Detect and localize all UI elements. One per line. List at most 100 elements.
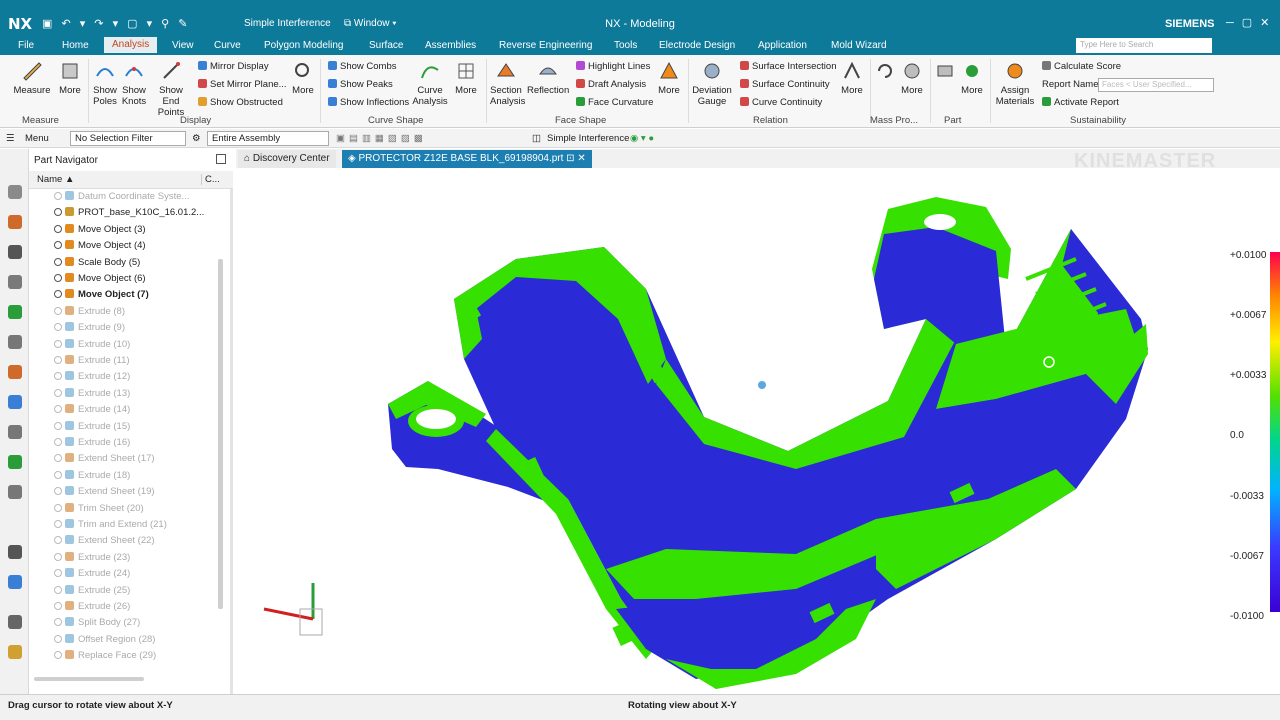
section-analysis-button[interactable]: Section Analysis [490, 60, 525, 107]
show-obstructed-button[interactable]: Show Obstructed [198, 97, 283, 108]
tab-part-file[interactable]: ◈ PROTECTOR Z12E BASE BLK_69198904.prt ⊡… [342, 150, 592, 168]
part-more-button[interactable]: More [958, 60, 986, 96]
tree-item[interactable]: Move Object (7) [54, 289, 149, 303]
menu-view[interactable]: View [172, 40, 194, 51]
curve-analysis-button[interactable]: Curve Analysis [412, 60, 448, 107]
graphics-window[interactable] [236, 169, 1280, 694]
scope-select[interactable]: Entire Assembly [207, 131, 329, 146]
tree-item[interactable]: Extrude (18) [54, 469, 130, 484]
measure-button[interactable]: Measure [12, 60, 52, 96]
interference-icon[interactable]: ◫ [532, 133, 541, 144]
tree-item[interactable]: Extrude (23) [54, 551, 130, 566]
menu-electrode-design[interactable]: Electrode Design [659, 40, 735, 51]
visibility-eye-icon[interactable] [54, 241, 62, 250]
show-knots-button[interactable]: Show Knots [120, 60, 148, 107]
show-inflections-button[interactable]: Show Inflections [328, 97, 409, 108]
visibility-eye-icon[interactable] [54, 602, 62, 610]
hd3d-tools-icon[interactable] [8, 305, 22, 319]
tree-item[interactable]: Move Object (4) [54, 240, 146, 254]
tree-item[interactable]: Scale Body (5) [54, 256, 140, 271]
maximize-icon[interactable] [216, 154, 226, 164]
measure-more-button[interactable]: More [56, 60, 84, 96]
menu-file[interactable]: File [18, 40, 34, 51]
menu-tools[interactable]: Tools [614, 40, 637, 51]
curve-continuity-button[interactable]: Curve Continuity [740, 97, 822, 108]
tree-item[interactable]: Extrude (9) [54, 322, 125, 336]
menu-assemblies[interactable]: Assemblies [425, 40, 476, 51]
part-icon-button[interactable] [934, 60, 956, 85]
selection-tools-icons[interactable]: ▣▤▥▦▧▨▩ [336, 133, 427, 144]
relation-more-button[interactable]: More [838, 60, 866, 96]
column-name[interactable]: Name ▲ [37, 174, 74, 185]
tree-item[interactable]: Move Object (3) [54, 223, 146, 238]
mirror-display-button[interactable]: Mirror Display [198, 61, 269, 72]
display-more-button[interactable]: More [290, 60, 316, 96]
reuse-library-icon[interactable] [8, 275, 22, 289]
tree-item[interactable]: Extrude (26) [54, 601, 130, 615]
horizontal-scrollbar[interactable] [34, 677, 144, 681]
visibility-eye-icon[interactable] [54, 454, 62, 463]
visibility-eye-icon[interactable] [54, 536, 62, 545]
tree-item[interactable]: Extrude (13) [54, 387, 130, 402]
menu-application[interactable]: Application [758, 40, 807, 51]
tree-item[interactable]: Datum Coordinate Syste... [54, 191, 189, 205]
tree-item[interactable]: Extrude (14) [54, 404, 130, 418]
menu-icon[interactable]: ☰ [6, 133, 15, 144]
visibility-eye-icon[interactable] [54, 224, 62, 233]
window-controls[interactable]: ─▢✕ [1226, 16, 1277, 29]
tree-item[interactable]: Extrude (24) [54, 568, 130, 582]
show-peaks-button[interactable]: Show Peaks [328, 79, 393, 90]
assembly-navigator-icon[interactable] [8, 185, 22, 199]
tree-item[interactable]: Extend Sheet (19) [54, 486, 155, 500]
visibility-eye-icon[interactable] [54, 618, 62, 627]
visibility-eye-icon[interactable] [54, 339, 62, 348]
assign-materials-button[interactable]: Assign Materials [994, 60, 1036, 107]
face-shape-more-button[interactable]: More [654, 60, 684, 96]
mass-icon-button[interactable] [874, 60, 896, 85]
visibility-eye-icon[interactable] [54, 470, 62, 479]
vertical-scrollbar[interactable] [218, 259, 223, 609]
tree-item[interactable]: Extrude (15) [54, 420, 130, 435]
visibility-eye-icon[interactable] [54, 552, 62, 561]
tree-item[interactable]: Extend Sheet (17) [54, 453, 155, 467]
view-palette-icon[interactable] [8, 545, 22, 559]
visibility-eye-icon[interactable] [54, 372, 62, 381]
tree-item[interactable]: PROT_base_K10C_16.01.2... [54, 207, 204, 221]
tree-item[interactable]: Split Body (27) [54, 617, 140, 631]
reflection-button[interactable]: Reflection [527, 60, 569, 96]
visibility-eye-icon[interactable] [54, 356, 62, 364]
tree-item[interactable]: Extrude (8) [54, 305, 125, 320]
show-poles-button[interactable]: Show Poles [92, 60, 118, 107]
menu-mold-wizard[interactable]: Mold Wizard [831, 40, 887, 51]
visibility-eye-icon[interactable] [54, 257, 62, 266]
visibility-eye-icon[interactable] [54, 520, 62, 528]
tree-item[interactable]: Trim Sheet (20) [54, 502, 144, 517]
system-materials-icon[interactable] [8, 395, 22, 409]
show-end-points-button[interactable]: Show End Points [150, 60, 192, 118]
tab-discovery-center[interactable]: ⌂ Discovery Center [238, 150, 336, 168]
visibility-eye-icon[interactable] [54, 192, 62, 200]
column-c[interactable]: C... [201, 174, 220, 185]
visibility-eye-icon[interactable] [54, 274, 62, 282]
calculate-score-button[interactable]: Calculate Score [1042, 61, 1121, 72]
command-search-input[interactable]: Type Here to Search [1076, 38, 1212, 53]
tree-item[interactable]: Extrude (10) [54, 338, 130, 353]
visibility-eye-icon[interactable] [54, 487, 62, 496]
menu-surface[interactable]: Surface [369, 40, 403, 51]
visibility-eye-icon[interactable] [54, 208, 62, 217]
system-scenes-icon[interactable] [8, 485, 22, 499]
menu-polygon-modeling[interactable]: Polygon Modeling [264, 40, 344, 51]
tree-item[interactable]: Extrude (11) [54, 355, 130, 369]
surface-intersection-button[interactable]: Surface Intersection [740, 61, 837, 72]
menu-button[interactable]: Menu [25, 133, 49, 144]
menu-reverse-engineering[interactable]: Reverse Engineering [499, 40, 592, 51]
visibility-eye-icon[interactable] [54, 503, 62, 512]
simple-interference-label[interactable]: Simple Interference [547, 133, 629, 144]
tree-item[interactable]: Offset Region (28) [54, 633, 155, 648]
mass-more-button[interactable]: More [898, 60, 926, 96]
roles-icon[interactable] [8, 455, 22, 469]
menu-analysis[interactable]: Analysis [104, 37, 158, 53]
menu-home[interactable]: Home [62, 40, 89, 51]
filter-icon[interactable]: ⚙ [192, 133, 201, 144]
part-navigator-icon[interactable] [8, 215, 22, 229]
